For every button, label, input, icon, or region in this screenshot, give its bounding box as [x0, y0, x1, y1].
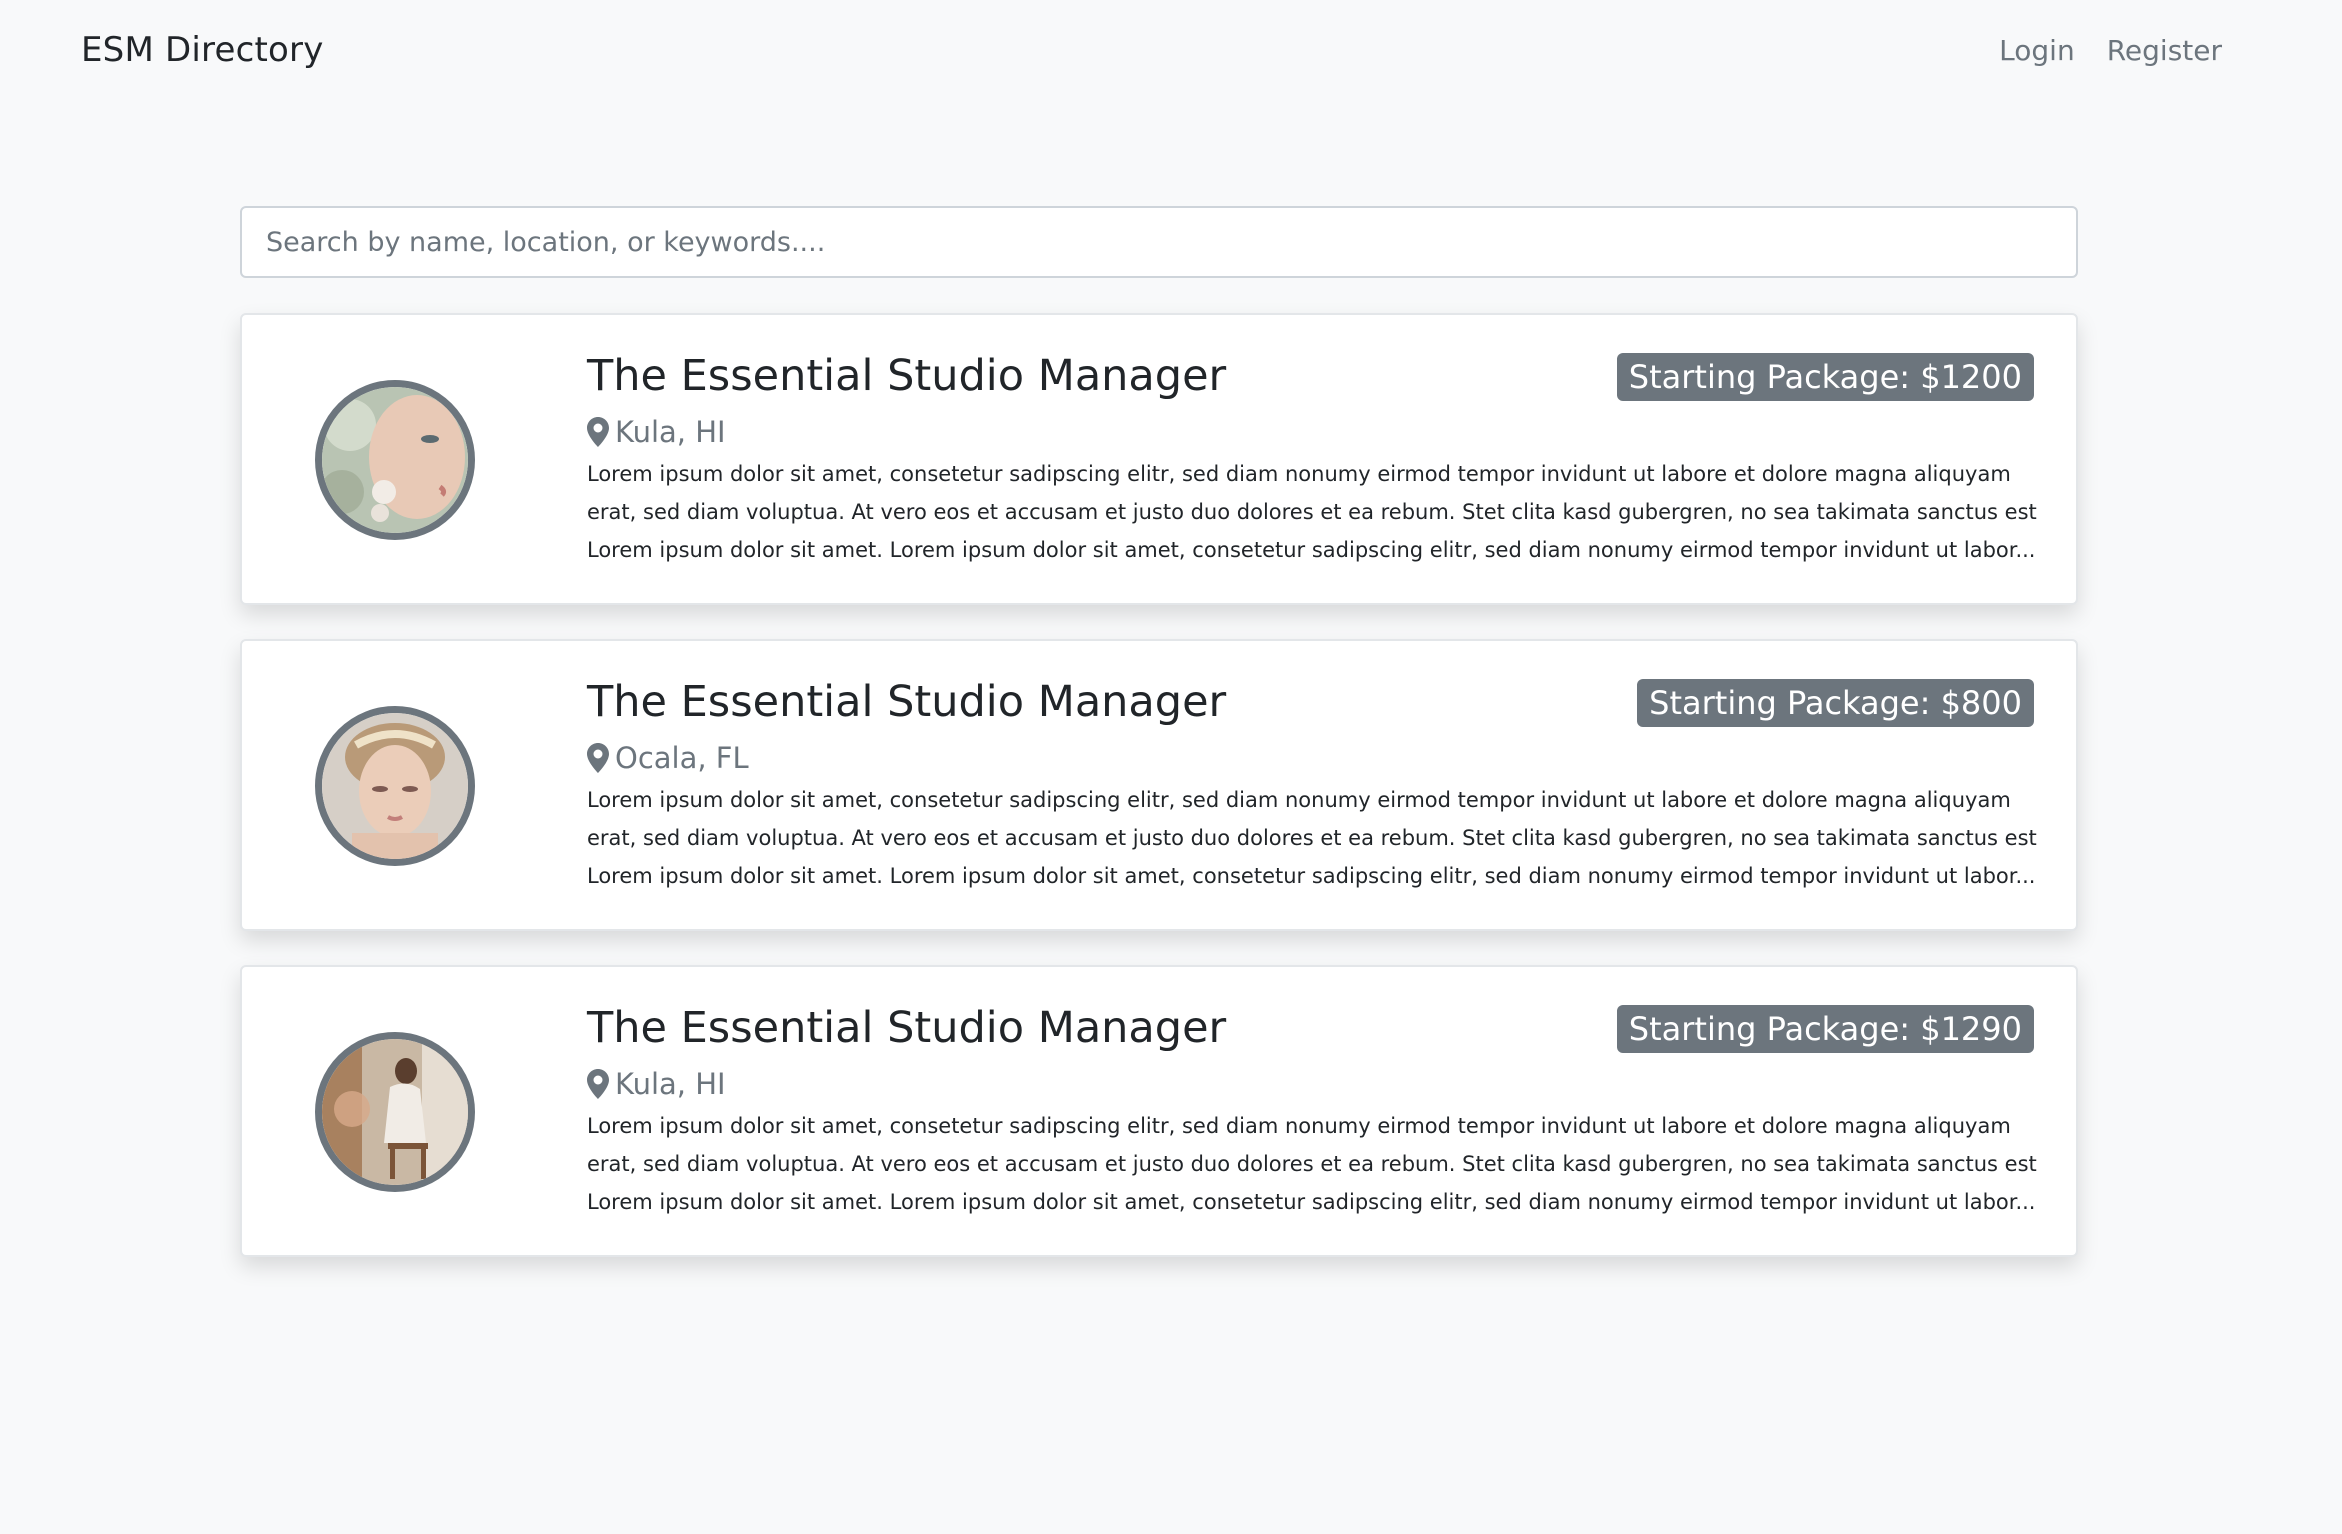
avatar-photo [322, 1039, 468, 1185]
listing-title[interactable]: The Essential Studio Manager [587, 677, 1226, 727]
listing-location: Kula, HI [587, 1067, 726, 1101]
login-link[interactable]: Login [1999, 34, 2075, 67]
register-link[interactable]: Register [2107, 34, 2222, 67]
map-pin-icon [587, 1069, 609, 1099]
avatar [315, 380, 475, 540]
location-text: Kula, HI [615, 1067, 726, 1101]
listing-location: Ocala, FL [587, 741, 749, 775]
listing-card[interactable]: The Essential Studio Manager Starting Pa… [240, 313, 2078, 605]
listing-card[interactable]: The Essential Studio Manager Starting Pa… [240, 965, 2078, 1257]
navbar: ESM Directory Login Register [0, 0, 2342, 112]
avatar [315, 1032, 475, 1192]
package-badge: Starting Package: $1200 [1616, 353, 2034, 401]
listing-description: Lorem ipsum dolor sit amet, consetetur s… [587, 788, 2037, 888]
avatar [315, 706, 475, 866]
location-text: Ocala, FL [615, 741, 749, 775]
brand-logo[interactable]: ESM Directory [81, 30, 324, 70]
listing-description: Lorem ipsum dolor sit amet, consetetur s… [587, 1114, 2037, 1214]
listing-title[interactable]: The Essential Studio Manager [587, 351, 1226, 401]
map-pin-icon [587, 417, 609, 447]
package-badge: Starting Package: $1290 [1616, 1005, 2034, 1053]
package-badge: Starting Package: $800 [1637, 679, 2034, 727]
avatar-photo [322, 387, 468, 533]
nav-links: Login Register [1999, 34, 2222, 67]
listing-location: Kula, HI [587, 415, 726, 449]
search-input[interactable] [240, 206, 2078, 278]
location-text: Kula, HI [615, 415, 726, 449]
listing-title[interactable]: The Essential Studio Manager [587, 1003, 1226, 1053]
listing-description: Lorem ipsum dolor sit amet, consetetur s… [587, 462, 2037, 562]
map-pin-icon [587, 743, 609, 773]
avatar-photo [322, 713, 468, 859]
listing-card[interactable]: The Essential Studio Manager Starting Pa… [240, 639, 2078, 931]
